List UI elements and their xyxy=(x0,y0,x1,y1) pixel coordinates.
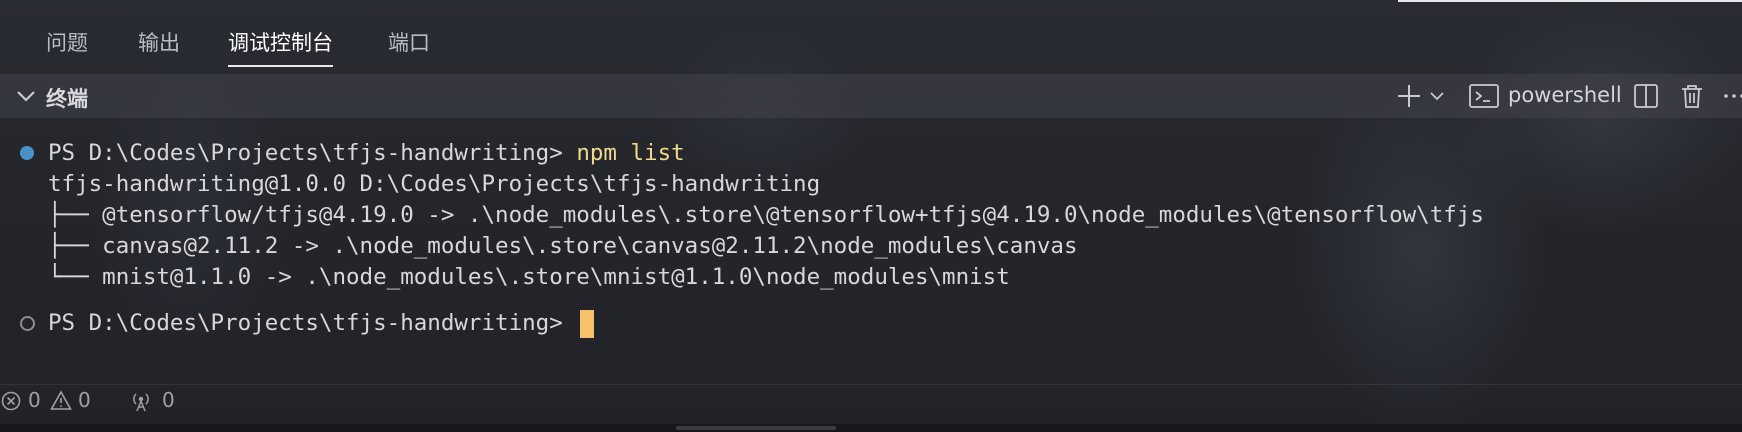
command-pending-dot[interactable] xyxy=(20,316,35,331)
terminal-header: 终端 powershell xyxy=(0,74,1742,118)
prompt-text: PS D:\Codes\Projects\tfjs-handwriting> xyxy=(48,140,577,166)
bottom-strip xyxy=(0,424,1742,432)
error-icon[interactable] xyxy=(0,390,22,412)
trash-icon[interactable] xyxy=(1678,82,1706,110)
tab-problems[interactable]: 问题 xyxy=(46,27,88,65)
status-bar: 0 0 0 xyxy=(0,388,1742,414)
status-divider xyxy=(0,384,1742,385)
terminal-line: PS D:\Codes\Projects\tfjs-handwriting> n… xyxy=(48,138,685,168)
scroll-mark xyxy=(676,426,836,430)
command-success-dot[interactable] xyxy=(20,146,34,160)
broadcast-icon[interactable] xyxy=(130,390,152,412)
terminal-line: ├── @tensorflow/tfjs@4.19.0 -> .\node_mo… xyxy=(48,202,1484,228)
panel-tabs: 问题 输出 调试控制台 端口 xyxy=(0,0,1742,70)
tab-ports[interactable]: 端口 xyxy=(388,27,430,65)
warning-count[interactable]: 0 xyxy=(78,388,91,412)
terminal-line: tfjs-handwriting@1.0.0 D:\Codes\Projects… xyxy=(48,171,821,197)
command-text: npm list xyxy=(576,140,685,166)
split-icon[interactable] xyxy=(1632,82,1660,110)
chevron-down-icon[interactable] xyxy=(14,84,38,108)
tab-output[interactable]: 输出 xyxy=(138,27,180,65)
tab-debug-console[interactable]: 调试控制台 xyxy=(228,27,333,67)
more-icon[interactable] xyxy=(1722,82,1742,110)
terminal-line: └── mnist@1.1.0 -> .\node_modules\.store… xyxy=(48,264,1010,290)
plus-icon[interactable] xyxy=(1395,82,1423,110)
prompt-text: PS D:\Codes\Projects\tfjs-handwriting> xyxy=(48,310,577,336)
ports-count[interactable]: 0 xyxy=(162,388,175,412)
terminal-title[interactable]: 终端 xyxy=(46,83,88,113)
shell-label[interactable]: powershell xyxy=(1508,83,1622,107)
terminal-line: ├── canvas@2.11.2 -> .\node_modules\.sto… xyxy=(48,233,1078,259)
terminal-line[interactable]: PS D:\Codes\Projects\tfjs-handwriting> xyxy=(48,308,595,338)
error-count[interactable]: 0 xyxy=(28,388,41,412)
warning-icon[interactable] xyxy=(50,390,72,412)
terminal-icon[interactable] xyxy=(1468,82,1500,110)
chevron-down-icon[interactable] xyxy=(1428,82,1446,110)
terminal-cursor xyxy=(580,309,595,338)
